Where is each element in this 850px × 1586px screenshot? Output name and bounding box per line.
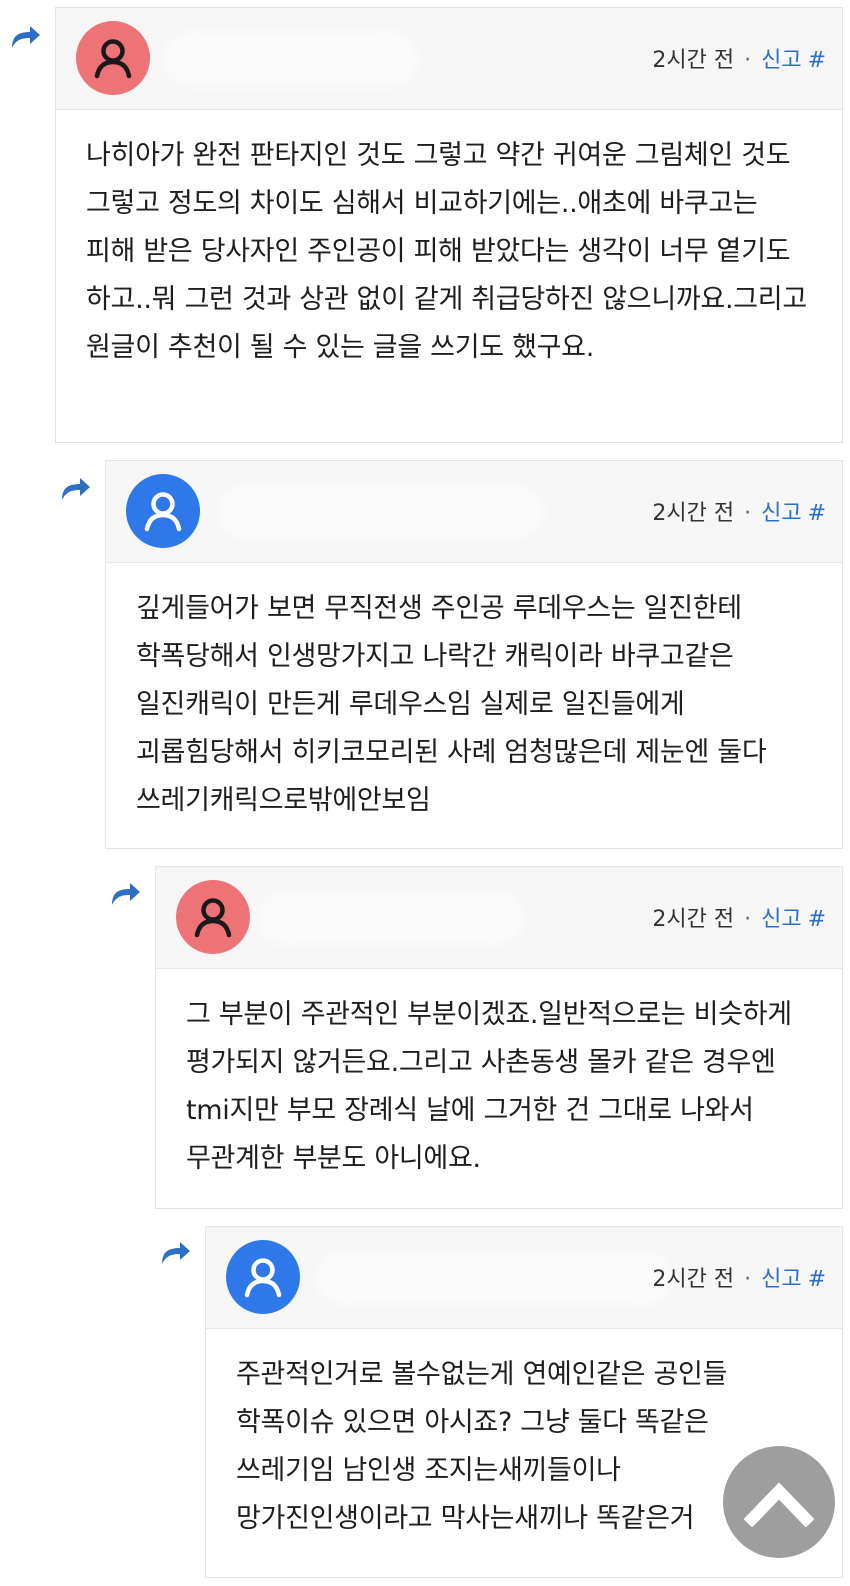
permalink-hash[interactable]: # (808, 1267, 826, 1292)
reply-arrow-icon (62, 478, 90, 500)
comment-card: 2시간 전 · 신고 # 나히아가 완전 판타지인 것도 그렇고 약간 귀여운 그림체… (55, 7, 843, 443)
author-name-blurred (171, 40, 411, 78)
author-name-blurred (324, 1259, 664, 1297)
comment-text: 나히아가 완전 판타지인 것도 그렇고 약간 귀여운 그림체인 것도 그렇고 정… (86, 140, 807, 363)
separator-dot: · (744, 1267, 752, 1292)
avatar[interactable] (76, 21, 150, 95)
report-link[interactable]: 신고 (761, 501, 801, 526)
comment-card: 2시간 전 · 신고 # 그 부분이 주관적인 부분이겠죠.일반적으로는 비슷하게 평… (155, 866, 843, 1209)
permalink-hash[interactable]: # (808, 501, 826, 526)
comment-time: 2시간 전 (652, 1267, 735, 1292)
comment-header: 2시간 전 · 신고 # (156, 867, 842, 969)
comment-meta: 2시간 전 · 신고 # (652, 42, 826, 74)
comment-card: 2시간 전 · 신고 # 깊게들어가 보면 무직전생 주인공 루데우스는 일진한테 학… (105, 460, 843, 849)
reply-arrow-icon (112, 883, 140, 905)
comment-meta: 2시간 전 · 신고 # (652, 901, 826, 933)
author-name-blurred (266, 899, 516, 937)
comment-header: 2시간 전 · 신고 # (106, 461, 842, 563)
report-link[interactable]: 신고 (761, 1267, 801, 1292)
author-name-blurred (226, 493, 536, 531)
chevron-up-icon (744, 1482, 814, 1527)
comment-time: 2시간 전 (652, 48, 735, 73)
user-icon (244, 1258, 282, 1298)
comment-text: 그 부분이 주관적인 부분이겠죠.일반적으로는 비슷하게 평가되지 않거든요.그… (186, 999, 792, 1174)
permalink-hash[interactable]: # (808, 907, 826, 932)
user-icon (94, 39, 132, 79)
avatar[interactable] (126, 474, 200, 548)
comment-time: 2시간 전 (652, 501, 735, 526)
comment-time: 2시간 전 (652, 907, 735, 932)
reply-arrow-icon (12, 26, 40, 48)
comment-meta: 2시간 전 · 신고 # (652, 495, 826, 527)
user-icon (194, 898, 232, 938)
comment-meta: 2시간 전 · 신고 # (652, 1261, 826, 1293)
separator-dot: · (744, 501, 752, 526)
avatar[interactable] (176, 880, 250, 954)
report-link[interactable]: 신고 (761, 907, 801, 932)
permalink-hash[interactable]: # (808, 48, 826, 73)
scroll-to-top-button[interactable] (723, 1446, 835, 1558)
comment-header: 2시간 전 · 신고 # (56, 8, 842, 110)
separator-dot: · (744, 907, 752, 932)
report-link[interactable]: 신고 (761, 48, 801, 73)
reply-arrow-icon (162, 1242, 190, 1264)
separator-dot: · (744, 48, 752, 73)
user-icon (144, 492, 182, 532)
comment-text: 깊게들어가 보면 무직전생 주인공 루데우스는 일진한테 학폭당해서 인생망가지… (136, 593, 767, 816)
comment-header: 2시간 전 · 신고 # (206, 1227, 842, 1329)
avatar[interactable] (226, 1240, 300, 1314)
